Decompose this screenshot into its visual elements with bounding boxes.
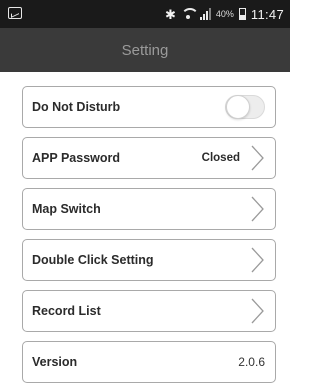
app-password-label: APP Password xyxy=(32,151,121,165)
signal-icon xyxy=(199,8,211,20)
version-row: Version 2.0.6 xyxy=(22,341,276,383)
status-time: 11:47 xyxy=(250,6,284,22)
record-list-label: Record List xyxy=(32,304,101,318)
double-click-setting-label: Double Click Setting xyxy=(32,253,154,267)
chevron-right-icon xyxy=(250,298,265,324)
status-bar: ✱ 40% 11:47 xyxy=(0,0,290,28)
app-password-row[interactable]: APP Password Closed xyxy=(22,137,276,179)
double-click-setting-row[interactable]: Double Click Setting xyxy=(22,239,276,281)
chevron-right-icon xyxy=(250,196,265,222)
version-value: 2.0.6 xyxy=(238,355,265,369)
version-label: Version xyxy=(32,355,78,369)
bluetooth-icon: ✱ xyxy=(165,6,176,22)
settings-list: Do Not Disturb APP Password Closed Map S… xyxy=(22,86,276,392)
chevron-right-icon xyxy=(250,247,265,273)
map-switch-row[interactable]: Map Switch xyxy=(22,188,276,230)
map-switch-label: Map Switch xyxy=(32,202,101,216)
battery-percentage: 40% xyxy=(215,9,234,19)
record-list-row[interactable]: Record List xyxy=(22,290,276,332)
app-password-status: Closed xyxy=(201,152,240,164)
chevron-right-icon xyxy=(250,145,265,171)
toggle-knob xyxy=(226,95,250,119)
do-not-disturb-label: Do Not Disturb xyxy=(32,100,121,114)
status-indicators: ✱ 40% 11:47 xyxy=(165,0,284,28)
do-not-disturb-row: Do Not Disturb xyxy=(22,86,276,128)
battery-icon xyxy=(238,8,246,20)
app-bar: Setting xyxy=(0,28,290,72)
page-title: Setting xyxy=(121,41,169,59)
wifi-icon xyxy=(180,8,199,20)
image-notification-icon xyxy=(8,7,22,19)
do-not-disturb-toggle[interactable] xyxy=(225,95,265,119)
